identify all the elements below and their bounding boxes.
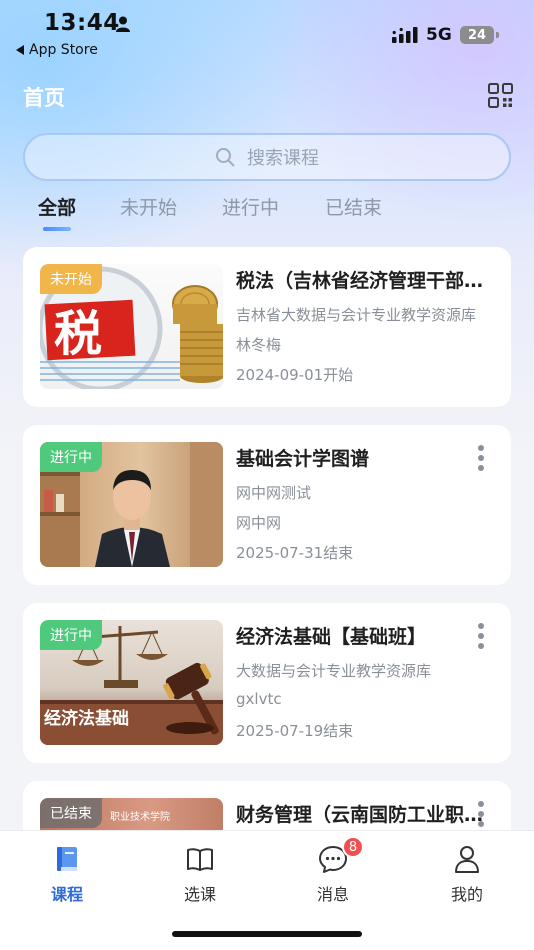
back-to-app-store[interactable]: App Store <box>16 42 98 58</box>
active-tab-indicator <box>43 227 71 231</box>
course-card[interactable]: 经济法基础 进行中 经济法基础【基础班】 大数据与会计专业教学资源库 gxlvt… <box>23 603 511 763</box>
back-arrow-icon <box>16 45 24 55</box>
thumb-text: 经济法基础 <box>44 708 129 729</box>
signal-icon <box>392 27 418 43</box>
tabbar-item-messages[interactable]: 消息 <box>288 843 378 905</box>
tabbar-label-me: 我的 <box>450 885 483 904</box>
more-options-icon[interactable] <box>476 801 486 829</box>
tabbar-label-select-courses: 选课 <box>183 885 216 904</box>
course-title: 经济法基础【基础班】 <box>236 626 427 648</box>
course-teacher: gxlvtc <box>236 690 282 708</box>
tab-not-started[interactable]: 未开始 <box>120 193 177 220</box>
tab-all[interactable]: 全部 <box>38 193 76 220</box>
course-title: 税法（吉林省经济管理干部学院） <box>236 270 484 292</box>
search-placeholder: 搜索课程 <box>247 148 319 169</box>
course-card[interactable]: 税 未开始 税法（吉林省经济管理干部学院） 吉林省大数据与会计专业教学资源库 林… <box>23 247 511 407</box>
course-thumbnail: 税 未开始 <box>40 264 223 389</box>
course-teacher: 网中网 <box>236 514 282 532</box>
course-date: 2025-07-31结束 <box>236 544 354 562</box>
search-icon <box>216 148 235 167</box>
status-time: 13:44 <box>44 10 120 36</box>
filter-tabs: 全部 未开始 进行中 已结束 <box>23 193 423 237</box>
page-title: 首页 <box>23 86 65 110</box>
status-bar: 13:44 App Store 5G 24 <box>0 0 534 68</box>
course-date: 2025-07-19结束 <box>236 722 354 740</box>
tab-finished[interactable]: 已结束 <box>325 193 382 220</box>
tabbar-item-courses[interactable]: 课程 <box>22 843 112 905</box>
status-badge: 进行中 <box>40 442 102 472</box>
home-indicator[interactable] <box>172 931 362 937</box>
course-subtitle: 吉林省大数据与会计专业教学资源库 <box>236 306 477 324</box>
person-icon <box>116 16 130 32</box>
battery-nub <box>496 32 499 38</box>
open-book-icon <box>187 848 213 871</box>
qr-code-icon[interactable] <box>488 83 513 108</box>
user-icon <box>455 846 479 873</box>
course-subtitle: 网中网测试 <box>236 484 312 502</box>
status-badge: 已结束 <box>40 798 102 828</box>
search-input[interactable]: 搜索课程 <box>23 133 511 181</box>
more-options-icon[interactable] <box>476 623 486 651</box>
more-options-icon[interactable] <box>476 445 486 473</box>
status-badge: 未开始 <box>40 264 102 294</box>
tabbar-label-messages: 消息 <box>316 885 349 904</box>
tabbar-label-courses: 课程 <box>50 885 83 904</box>
battery-icon: 24 <box>460 26 494 44</box>
course-date: 2024-09-01开始 <box>236 366 354 384</box>
back-app-label: App Store <box>29 42 98 58</box>
status-badge: 进行中 <box>40 620 102 650</box>
course-card[interactable]: 进行中 基础会计学图谱 网中网测试 网中网 2025-07-31结束 <box>23 425 511 585</box>
battery-level: 24 <box>467 27 487 43</box>
network-type: 5G <box>426 25 452 45</box>
course-teacher: 林冬梅 <box>236 336 282 354</box>
tabbar-item-me[interactable]: 我的 <box>422 843 512 905</box>
course-thumbnail: 进行中 <box>40 442 223 567</box>
tab-in-progress[interactable]: 进行中 <box>222 193 279 220</box>
thumb-text: 职业技术学院 <box>110 810 170 823</box>
course-subtitle: 大数据与会计专业教学资源库 <box>236 662 432 680</box>
svg-text:税: 税 <box>54 306 102 362</box>
course-title: 基础会计学图谱 <box>236 448 370 470</box>
course-title: 财务管理（云南国防工业职业技术学院） <box>236 804 484 826</box>
tabbar-item-select-courses[interactable]: 选课 <box>155 843 245 905</box>
message-count-badge: 8 <box>342 836 364 858</box>
course-book-icon <box>57 847 77 871</box>
course-thumbnail: 经济法基础 进行中 <box>40 620 223 745</box>
